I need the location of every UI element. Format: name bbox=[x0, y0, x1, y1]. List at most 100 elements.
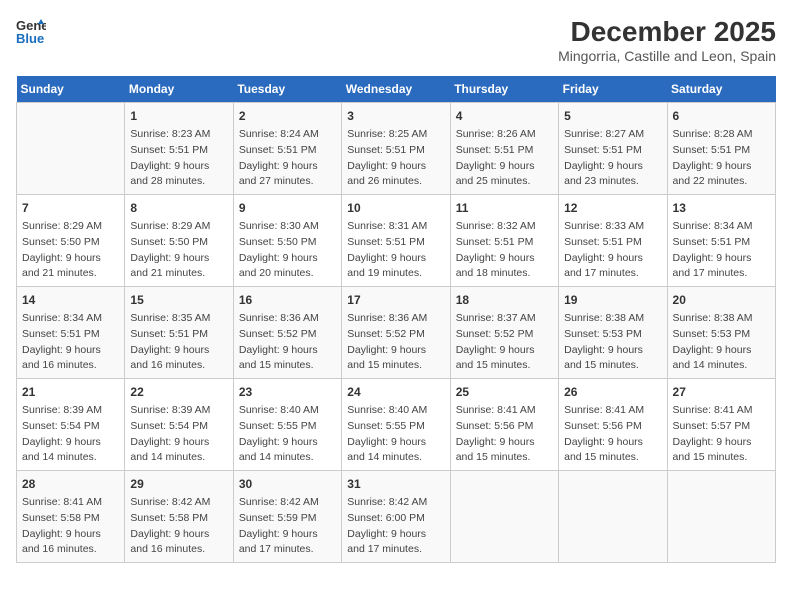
calendar-body: 1Sunrise: 8:23 AM Sunset: 5:51 PM Daylig… bbox=[17, 103, 776, 563]
calendar-cell: 24Sunrise: 8:40 AM Sunset: 5:55 PM Dayli… bbox=[342, 379, 450, 471]
day-content: Sunrise: 8:32 AM Sunset: 5:51 PM Dayligh… bbox=[456, 219, 553, 282]
day-number: 19 bbox=[564, 291, 661, 309]
calendar-cell: 17Sunrise: 8:36 AM Sunset: 5:52 PM Dayli… bbox=[342, 287, 450, 379]
calendar-cell: 11 Sunrise: 8:32 AM Sunset: 5:51 PM Dayli… bbox=[450, 195, 558, 287]
day-content: Sunrise: 8:38 AM Sunset: 5:53 PM Dayligh… bbox=[564, 311, 661, 374]
calendar-cell: 27 Sunrise: 8:41 AM Sunset: 5:57 PM Dayli… bbox=[667, 379, 775, 471]
day-number: 15 bbox=[130, 291, 227, 309]
calendar-cell: 18 Sunrise: 8:37 AM Sunset: 5:52 PM Dayli… bbox=[450, 287, 558, 379]
calendar-cell: 25Sunrise: 8:41 AM Sunset: 5:56 PM Dayli… bbox=[450, 379, 558, 471]
day-content: Sunrise: 8:29 AM Sunset: 5:50 PM Dayligh… bbox=[22, 219, 119, 282]
calendar-cell bbox=[667, 471, 775, 563]
day-content: Sunrise: 8:40 AM Sunset: 5:55 PM Dayligh… bbox=[347, 403, 444, 466]
calendar-week-row: 21 Sunrise: 8:39 AM Sunset: 5:54 PM Dayli… bbox=[17, 379, 776, 471]
day-of-week-header: Monday bbox=[125, 76, 233, 103]
day-content: Sunrise: 8:35 AM Sunset: 5:51 PM Dayligh… bbox=[130, 311, 227, 374]
day-number: 11 bbox=[456, 199, 553, 217]
day-number: 7 bbox=[22, 199, 119, 217]
calendar-cell: 16Sunrise: 8:36 AM Sunset: 5:52 PM Dayli… bbox=[233, 287, 341, 379]
calendar-cell: 20 Sunrise: 8:38 AM Sunset: 5:53 PM Dayli… bbox=[667, 287, 775, 379]
calendar-header-row: SundayMondayTuesdayWednesdayThursdayFrid… bbox=[17, 76, 776, 103]
day-content: Sunrise: 8:30 AM Sunset: 5:50 PM Dayligh… bbox=[239, 219, 336, 282]
day-content: Sunrise: 8:38 AM Sunset: 5:53 PM Dayligh… bbox=[673, 311, 770, 374]
day-content: Sunrise: 8:24 AM Sunset: 5:51 PM Dayligh… bbox=[239, 127, 336, 190]
day-number: 18 bbox=[456, 291, 553, 309]
day-number: 28 bbox=[22, 475, 119, 493]
day-number: 4 bbox=[456, 107, 553, 125]
calendar-cell: 23 Sunrise: 8:40 AM Sunset: 5:55 PM Dayli… bbox=[233, 379, 341, 471]
day-number: 30 bbox=[239, 475, 336, 493]
day-number: 26 bbox=[564, 383, 661, 401]
calendar-cell: 4Sunrise: 8:26 AM Sunset: 5:51 PM Daylig… bbox=[450, 103, 558, 195]
day-number: 22 bbox=[130, 383, 227, 401]
calendar-cell: 2Sunrise: 8:24 AM Sunset: 5:51 PM Daylig… bbox=[233, 103, 341, 195]
page-header: General Blue December 2025 Mingorria, Ca… bbox=[16, 16, 776, 64]
day-content: Sunrise: 8:25 AM Sunset: 5:51 PM Dayligh… bbox=[347, 127, 444, 190]
calendar-cell bbox=[450, 471, 558, 563]
day-number: 25 bbox=[456, 383, 553, 401]
calendar-cell: 7 Sunrise: 8:29 AM Sunset: 5:50 PM Daylig… bbox=[17, 195, 125, 287]
svg-text:Blue: Blue bbox=[16, 31, 44, 46]
day-number: 16 bbox=[239, 291, 336, 309]
day-content: Sunrise: 8:23 AM Sunset: 5:51 PM Dayligh… bbox=[130, 127, 227, 190]
calendar-cell: 14 Sunrise: 8:34 AM Sunset: 5:51 PM Dayli… bbox=[17, 287, 125, 379]
day-number: 21 bbox=[22, 383, 119, 401]
day-of-week-header: Friday bbox=[559, 76, 667, 103]
day-number: 9 bbox=[239, 199, 336, 217]
calendar-cell: 6 Sunrise: 8:28 AM Sunset: 5:51 PM Daylig… bbox=[667, 103, 775, 195]
day-content: Sunrise: 8:40 AM Sunset: 5:55 PM Dayligh… bbox=[239, 403, 336, 466]
day-content: Sunrise: 8:28 AM Sunset: 5:51 PM Dayligh… bbox=[673, 127, 770, 190]
day-number: 12 bbox=[564, 199, 661, 217]
calendar-table: SundayMondayTuesdayWednesdayThursdayFrid… bbox=[16, 76, 776, 563]
calendar-week-row: 14 Sunrise: 8:34 AM Sunset: 5:51 PM Dayli… bbox=[17, 287, 776, 379]
calendar-cell: 8 Sunrise: 8:29 AM Sunset: 5:50 PM Daylig… bbox=[125, 195, 233, 287]
day-number: 23 bbox=[239, 383, 336, 401]
day-number: 14 bbox=[22, 291, 119, 309]
calendar-cell: 29 Sunrise: 8:42 AM Sunset: 5:58 PM Dayli… bbox=[125, 471, 233, 563]
page-subtitle: Mingorria, Castille and Leon, Spain bbox=[558, 48, 776, 64]
day-content: Sunrise: 8:42 AM Sunset: 5:59 PM Dayligh… bbox=[239, 495, 336, 558]
calendar-cell: 31 Sunrise: 8:42 AM Sunset: 6:00 PM Dayli… bbox=[342, 471, 450, 563]
calendar-cell: 1Sunrise: 8:23 AM Sunset: 5:51 PM Daylig… bbox=[125, 103, 233, 195]
day-of-week-header: Sunday bbox=[17, 76, 125, 103]
calendar-cell: 26Sunrise: 8:41 AM Sunset: 5:56 PM Dayli… bbox=[559, 379, 667, 471]
day-number: 5 bbox=[564, 107, 661, 125]
calendar-cell: 13 Sunrise: 8:34 AM Sunset: 5:51 PM Dayli… bbox=[667, 195, 775, 287]
day-content: Sunrise: 8:37 AM Sunset: 5:52 PM Dayligh… bbox=[456, 311, 553, 374]
day-of-week-header: Thursday bbox=[450, 76, 558, 103]
day-number: 31 bbox=[347, 475, 444, 493]
day-of-week-header: Wednesday bbox=[342, 76, 450, 103]
day-content: Sunrise: 8:41 AM Sunset: 5:57 PM Dayligh… bbox=[673, 403, 770, 466]
calendar-cell: 5Sunrise: 8:27 AM Sunset: 5:51 PM Daylig… bbox=[559, 103, 667, 195]
calendar-cell bbox=[17, 103, 125, 195]
day-content: Sunrise: 8:29 AM Sunset: 5:50 PM Dayligh… bbox=[130, 219, 227, 282]
day-content: Sunrise: 8:42 AM Sunset: 5:58 PM Dayligh… bbox=[130, 495, 227, 558]
day-number: 6 bbox=[673, 107, 770, 125]
calendar-cell: 15 Sunrise: 8:35 AM Sunset: 5:51 PM Dayli… bbox=[125, 287, 233, 379]
calendar-cell: 22 Sunrise: 8:39 AM Sunset: 5:54 PM Dayli… bbox=[125, 379, 233, 471]
calendar-cell: 19 Sunrise: 8:38 AM Sunset: 5:53 PM Dayli… bbox=[559, 287, 667, 379]
day-number: 10 bbox=[347, 199, 444, 217]
calendar-cell: 3Sunrise: 8:25 AM Sunset: 5:51 PM Daylig… bbox=[342, 103, 450, 195]
day-number: 13 bbox=[673, 199, 770, 217]
day-content: Sunrise: 8:31 AM Sunset: 5:51 PM Dayligh… bbox=[347, 219, 444, 282]
title-area: December 2025 Mingorria, Castille and Le… bbox=[558, 16, 776, 64]
day-content: Sunrise: 8:36 AM Sunset: 5:52 PM Dayligh… bbox=[347, 311, 444, 374]
logo: General Blue bbox=[16, 16, 46, 46]
day-content: Sunrise: 8:41 AM Sunset: 5:58 PM Dayligh… bbox=[22, 495, 119, 558]
day-of-week-header: Tuesday bbox=[233, 76, 341, 103]
day-content: Sunrise: 8:39 AM Sunset: 5:54 PM Dayligh… bbox=[130, 403, 227, 466]
calendar-cell: 10 Sunrise: 8:31 AM Sunset: 5:51 PM Dayli… bbox=[342, 195, 450, 287]
day-number: 8 bbox=[130, 199, 227, 217]
day-content: Sunrise: 8:34 AM Sunset: 5:51 PM Dayligh… bbox=[22, 311, 119, 374]
day-content: Sunrise: 8:34 AM Sunset: 5:51 PM Dayligh… bbox=[673, 219, 770, 282]
calendar-cell: 12Sunrise: 8:33 AM Sunset: 5:51 PM Dayli… bbox=[559, 195, 667, 287]
day-content: Sunrise: 8:42 AM Sunset: 6:00 PM Dayligh… bbox=[347, 495, 444, 558]
calendar-cell: 30 Sunrise: 8:42 AM Sunset: 5:59 PM Dayli… bbox=[233, 471, 341, 563]
day-number: 20 bbox=[673, 291, 770, 309]
day-number: 27 bbox=[673, 383, 770, 401]
calendar-cell: 21Sunrise: 8:39 AM Sunset: 5:54 PM Dayli… bbox=[17, 379, 125, 471]
calendar-week-row: 1Sunrise: 8:23 AM Sunset: 5:51 PM Daylig… bbox=[17, 103, 776, 195]
day-of-week-header: Saturday bbox=[667, 76, 775, 103]
day-number: 29 bbox=[130, 475, 227, 493]
